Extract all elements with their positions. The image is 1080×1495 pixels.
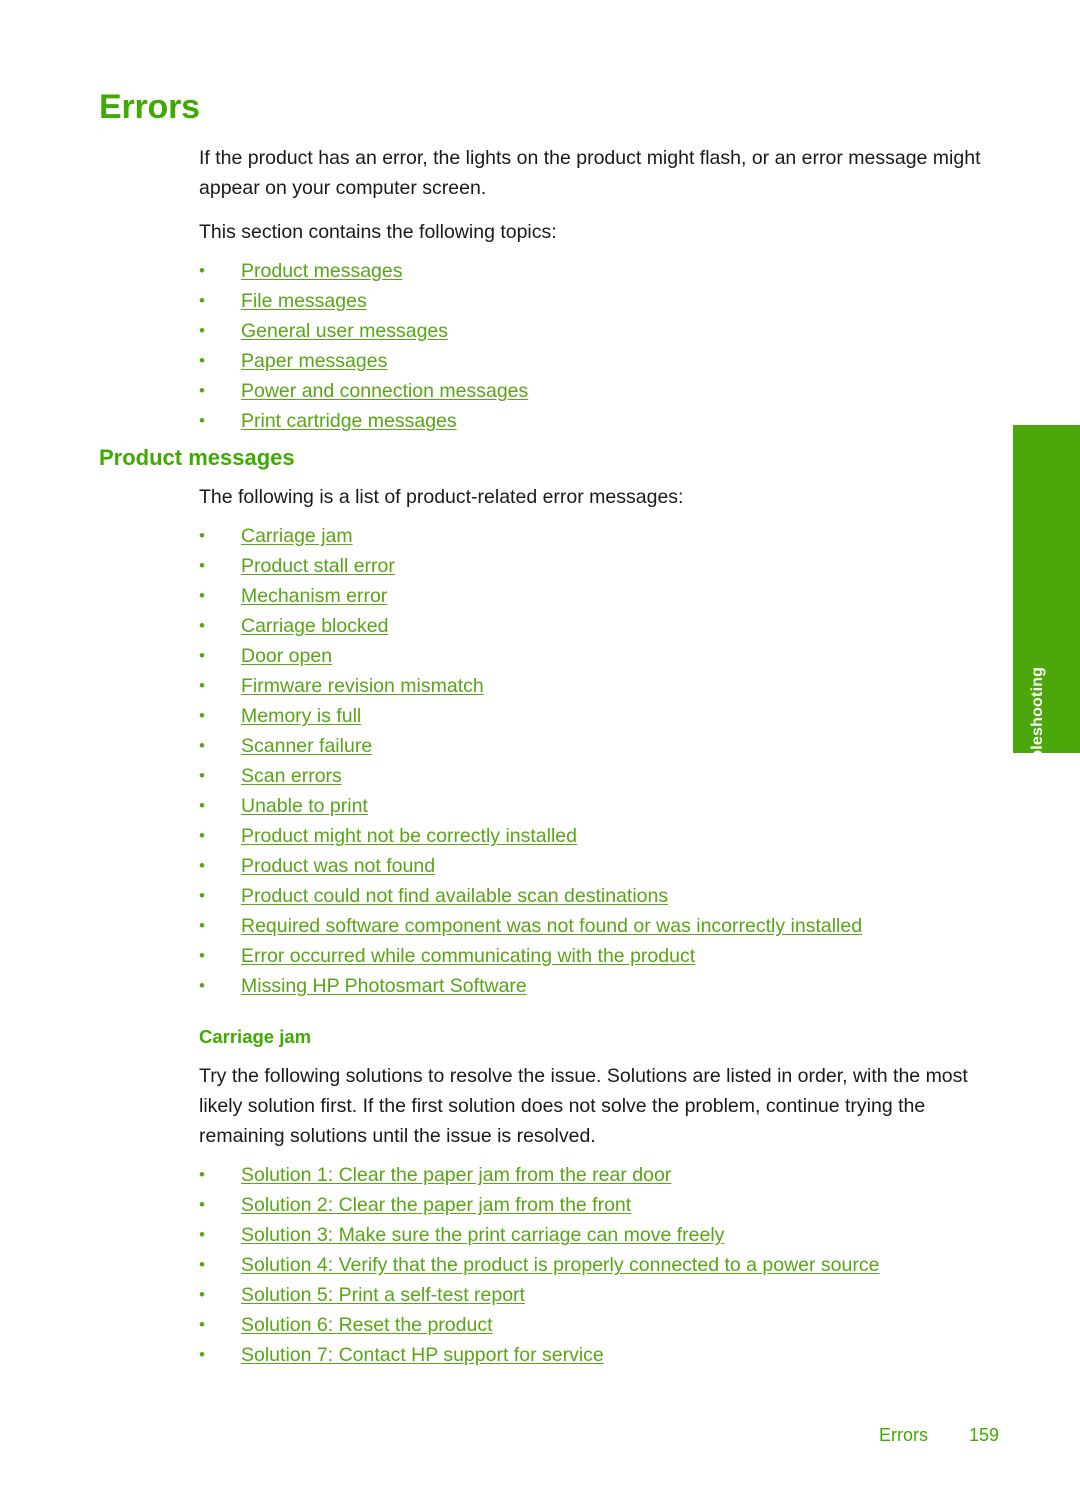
list-item: Solution 6: Reset the product [199,1312,999,1338]
list-item: Unable to print [199,793,999,819]
list-item: Product stall error [199,553,999,579]
msg-link-product-could-not-find-available-scan-destinations[interactable]: Product could not find available scan de… [241,885,668,907]
solution-link-4[interactable]: Solution 4: Verify that the product is p… [241,1254,879,1276]
carriage-jam-solution-list: Solution 1: Clear the paper jam from the… [199,1162,999,1368]
carriage-jam-section: Carriage jam Try the following solutions… [199,1026,999,1373]
document-page: Errors Troubleshooting If the product ha… [0,0,1080,1495]
side-tab-label: Troubleshooting [1028,666,1046,796]
list-item: File messages [199,288,999,314]
topic-link-product-messages[interactable]: Product messages [241,260,403,282]
footer-section-name: Errors [879,1425,928,1445]
msg-link-mechanism-error[interactable]: Mechanism error [241,585,387,607]
list-item: Solution 5: Print a self-test report [199,1282,999,1308]
list-item: Memory is full [199,703,999,729]
msg-link-memory-is-full[interactable]: Memory is full [241,705,361,727]
list-item: Paper messages [199,348,999,374]
solution-link-6[interactable]: Solution 6: Reset the product [241,1314,493,1336]
list-item: Required software component was not foun… [199,913,999,939]
solution-link-5[interactable]: Solution 5: Print a self-test report [241,1284,525,1306]
list-item: Product could not find available scan de… [199,883,999,909]
msg-link-scanner-failure[interactable]: Scanner failure [241,735,372,757]
msg-link-required-software-component-not-found[interactable]: Required software component was not foun… [241,915,862,937]
solution-link-1[interactable]: Solution 1: Clear the paper jam from the… [241,1164,671,1186]
topic-link-list: Product messages File messages General u… [199,258,999,434]
list-item: Error occurred while communicating with … [199,943,999,969]
list-item: Firmware revision mismatch [199,673,999,699]
topics-lead-paragraph: This section contains the following topi… [199,221,557,243]
list-item: Solution 4: Verify that the product is p… [199,1252,999,1278]
list-item: Solution 1: Clear the paper jam from the… [199,1162,999,1188]
list-item: Carriage blocked [199,613,999,639]
product-messages-link-list: Carriage jam Product stall error Mechani… [199,523,999,999]
solution-link-7[interactable]: Solution 7: Contact HP support for servi… [241,1344,604,1366]
list-item: Solution 2: Clear the paper jam from the… [199,1192,999,1218]
msg-link-product-was-not-found[interactable]: Product was not found [241,855,435,877]
list-item: Product was not found [199,853,999,879]
footer-page-number: 159 [969,1425,1000,1445]
page-footer: Errors 159 [0,1425,1080,1451]
list-item: Solution 3: Make sure the print carriage… [199,1222,999,1248]
msg-link-missing-hp-photosmart-software[interactable]: Missing HP Photosmart Software [241,975,527,997]
topic-link-file-messages[interactable]: File messages [241,290,367,312]
topic-link-general-user-messages[interactable]: General user messages [241,320,448,342]
msg-link-product-might-not-be-correctly-installed[interactable]: Product might not be correctly installed [241,825,577,847]
content-column: If the product has an error, the lights … [199,143,999,439]
list-item: Product might not be correctly installed [199,823,999,849]
solution-link-3[interactable]: Solution 3: Make sure the print carriage… [241,1224,724,1246]
topic-link-power-and-connection-messages[interactable]: Power and connection messages [241,380,528,402]
list-item: Print cartridge messages [199,408,999,434]
msg-link-carriage-jam[interactable]: Carriage jam [241,525,353,547]
msg-link-error-occurred-while-communicating[interactable]: Error occurred while communicating with … [241,945,695,967]
msg-link-unable-to-print[interactable]: Unable to print [241,795,368,817]
list-item: Power and connection messages [199,378,999,404]
topic-link-print-cartridge-messages[interactable]: Print cartridge messages [241,410,457,432]
product-messages-body: The following is a list of product-relat… [199,482,999,1004]
msg-link-door-open[interactable]: Door open [241,645,332,667]
list-item: Product messages [199,258,999,284]
list-item: General user messages [199,318,999,344]
list-item: Scan errors [199,763,999,789]
subsection-heading-carriage-jam: Carriage jam [199,1026,312,1047]
msg-link-product-stall-error[interactable]: Product stall error [241,555,395,577]
list-item: Mechanism error [199,583,999,609]
section-heading-product-messages: Product messages [99,445,295,470]
msg-link-firmware-revision-mismatch[interactable]: Firmware revision mismatch [241,675,484,697]
list-item: Carriage jam [199,523,999,549]
msg-link-carriage-blocked[interactable]: Carriage blocked [241,615,388,637]
product-messages-lead: The following is a list of product-relat… [199,486,684,508]
list-item: Door open [199,643,999,669]
intro-paragraph: If the product has an error, the lights … [199,147,981,199]
topic-link-paper-messages[interactable]: Paper messages [241,350,387,372]
page-title: Errors [99,88,200,126]
list-item: Solution 7: Contact HP support for servi… [199,1342,999,1368]
list-item: Scanner failure [199,733,999,759]
list-item: Missing HP Photosmart Software [199,973,999,999]
section-side-tab: Troubleshooting [1013,425,1080,795]
carriage-jam-paragraph: Try the following solutions to resolve t… [199,1065,968,1148]
solution-link-2[interactable]: Solution 2: Clear the paper jam from the… [241,1194,631,1216]
msg-link-scan-errors[interactable]: Scan errors [241,765,342,787]
